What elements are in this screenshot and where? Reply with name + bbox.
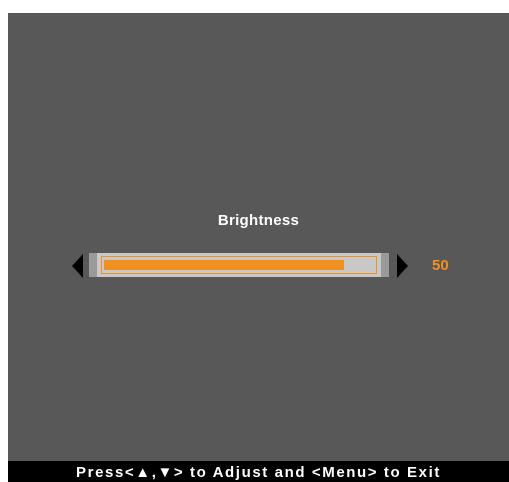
- slider-track: [101, 256, 377, 274]
- osd-panel: Brightness 50: [8, 13, 509, 461]
- setting-title: Brightness: [217, 212, 300, 229]
- increase-arrow-icon[interactable]: [397, 254, 408, 278]
- brightness-value: 50: [432, 257, 449, 274]
- brightness-slider[interactable]: [89, 253, 389, 277]
- hint-bar: Press<▲,▼> to Adjust and <Menu> to Exit: [8, 461, 509, 482]
- decrease-arrow-icon[interactable]: [72, 254, 83, 278]
- slider-fill: [104, 260, 344, 270]
